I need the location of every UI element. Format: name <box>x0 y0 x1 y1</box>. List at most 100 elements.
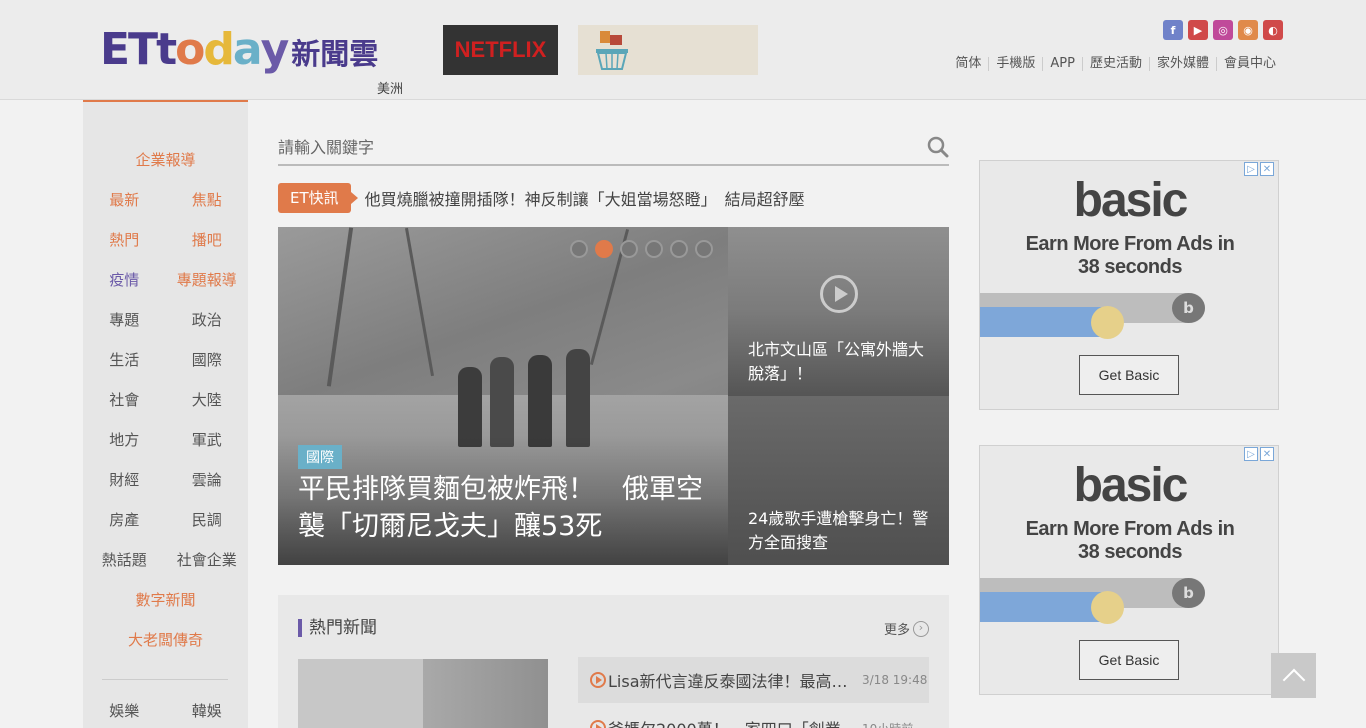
sidebar-item-special-report[interactable]: 專題報導 <box>166 269 249 290</box>
hot-news-item[interactable]: 爸媽欠2000萬！ 家四口「創業書… 10小時前 <box>578 705 929 728</box>
display-ad[interactable]: ▷ ✕ basic Earn More From Ads in 38 secon… <box>979 445 1279 695</box>
social-links: f ▶ ◎ ◉ ◐ <box>1163 20 1283 40</box>
carousel-dot[interactable] <box>695 240 713 258</box>
logo-letter-o: o <box>175 24 205 75</box>
logo-letter-y: y <box>260 24 290 75</box>
side-story-card[interactable]: 北市文山區「公寓外牆大脫落」！ <box>728 227 949 396</box>
back-to-top-button[interactable] <box>1271 653 1316 698</box>
sidebar-item-trending[interactable]: 熱話題 <box>83 549 166 570</box>
basic-logo-icon: b <box>1172 293 1205 323</box>
hot-news-item-time: 10小時前 <box>862 720 913 728</box>
search-input[interactable] <box>278 133 898 161</box>
rss-icon[interactable]: ◉ <box>1238 20 1258 40</box>
sidebar-item-local[interactable]: 地方 <box>83 429 166 450</box>
hot-news-item[interactable]: Lisa新代言違反泰國法律！最高「… 3/18 19:48 <box>578 657 929 703</box>
ad-brand: basic <box>1073 459 1189 512</box>
flash-news-headline[interactable]: 他買燒臘被撞開插隊！神反制讓「大姐當場怒瞪」 結局超舒壓 <box>365 186 805 210</box>
sidebar-item-finance[interactable]: 財經 <box>83 469 166 490</box>
sidebar-item-opinion[interactable]: 雲論 <box>166 469 249 490</box>
logo-letter-d: d <box>203 24 234 75</box>
logo-letter-a: a <box>232 24 263 75</box>
sidebar-item-life[interactable]: 生活 <box>83 349 166 370</box>
ad-headline: Earn More From Ads in 38 seconds <box>980 518 1278 564</box>
hero-title[interactable]: 平民排隊買麵包被炸飛！ 俄軍空襲「切爾尼戈夫」釀53死 <box>298 471 718 545</box>
instagram-icon[interactable]: ◎ <box>1213 20 1233 40</box>
more-label: 更多 <box>883 623 910 638</box>
sidebar-divider <box>102 679 228 680</box>
carousel-dot[interactable] <box>645 240 663 258</box>
logo-letter-t: t <box>156 24 177 75</box>
sidebar-item-data-news[interactable]: 數字新聞 <box>83 589 248 610</box>
carousel-dot[interactable] <box>670 240 688 258</box>
sidebar-item-social-enterprise[interactable]: 社會企業 <box>166 549 249 570</box>
ettoday-logo[interactable]: ET t o d a y 新聞雲 <box>100 22 378 78</box>
ad-headline-line: Earn More From Ads in <box>1025 518 1235 540</box>
shopping-banner-ad[interactable] <box>578 25 758 75</box>
link-member-center[interactable]: 會員中心 <box>1215 57 1283 71</box>
sidebar-item-society[interactable]: 社會 <box>83 389 166 410</box>
sidebar-item-video[interactable]: 播吧 <box>166 229 249 250</box>
hero-image-person <box>490 357 514 447</box>
sidebar-item-corporate[interactable]: 企業報導 <box>83 149 248 170</box>
sidebar-row: 最新 焦點 <box>83 189 248 210</box>
ad-headline: Earn More From Ads in 38 seconds <box>980 233 1278 279</box>
carousel-dot[interactable] <box>620 240 638 258</box>
facebook-icon[interactable]: f <box>1163 20 1183 40</box>
logo-et: ET <box>100 24 158 75</box>
ad-headline-line: 38 seconds <box>1078 256 1182 278</box>
ad-cta-button[interactable]: Get Basic <box>1079 640 1179 680</box>
hot-news-item-title: 爸媽欠2000萬！ 家四口「創業書… <box>608 716 858 728</box>
sidebar-item-entertainment[interactable]: 娛樂 <box>83 700 166 721</box>
hero-image-detail <box>326 227 354 387</box>
play-icon[interactable] <box>820 275 858 313</box>
sidebar-item-focus[interactable]: 焦點 <box>166 189 249 210</box>
sidebar-row: 財經 雲論 <box>83 469 248 490</box>
carousel-dot[interactable] <box>570 240 588 258</box>
sidebar-item-politics[interactable]: 政治 <box>166 309 249 330</box>
sidebar-item-topics[interactable]: 專題 <box>83 309 166 330</box>
hero-category-badge[interactable]: 國際 <box>298 445 342 469</box>
display-ad[interactable]: ▷ ✕ basic Earn More From Ads in 38 secon… <box>979 160 1279 410</box>
sidebar-item-boss-legend[interactable]: 大老闆傳奇 <box>83 629 248 650</box>
link-history-events[interactable]: 歷史活動 <box>1081 57 1149 71</box>
sidebar-nav: 企業報導 最新 焦點 熱門 播吧 疫情 專題報導 專題 政治 生活 國際 社會 … <box>83 100 248 728</box>
hot-news-more-link[interactable]: 更多 › <box>884 619 929 638</box>
hot-news-section: 熱門新聞 更多 › Lisa新代言違反泰國法律！最高「… 3/18 19:48 … <box>278 595 949 728</box>
side-story-card[interactable]: 24歲歌手遭槍擊身亡！警方全面搜查 <box>728 396 949 565</box>
ad-cta-button[interactable]: Get Basic <box>1079 355 1179 395</box>
link-simplified[interactable]: 简体 <box>948 57 988 71</box>
youtube-icon[interactable]: ▶ <box>1188 20 1208 40</box>
top-links: 简体 手機版 APP 歷史活動 家外媒體 會員中心 <box>948 57 1283 71</box>
sidebar-item-polls[interactable]: 民調 <box>166 509 249 530</box>
sidebar-item-pandemic[interactable]: 疫情 <box>83 269 166 290</box>
link-mobile[interactable]: 手機版 <box>988 57 1042 71</box>
hero-image-person <box>566 349 590 447</box>
region-label[interactable]: 美洲 <box>377 78 403 97</box>
sidebar-item-realestate[interactable]: 房產 <box>83 509 166 530</box>
netflix-banner-ad[interactable]: NETFLIX <box>443 25 558 75</box>
weibo-icon[interactable]: ◐ <box>1263 20 1283 40</box>
ad-headline-line: 38 seconds <box>1078 541 1182 563</box>
side-story-title[interactable]: 24歲歌手遭槍擊身亡！警方全面搜查 <box>748 507 938 555</box>
flash-news-bar: ET快訊 他買燒臘被撞開插隊！神反制讓「大姐當場怒瞪」 結局超舒壓 <box>278 183 805 213</box>
ad-progress-fill <box>980 592 1108 622</box>
hero-image-person <box>528 355 552 447</box>
link-app[interactable]: APP <box>1042 57 1082 71</box>
sidebar-item-military[interactable]: 軍武 <box>166 429 249 450</box>
sidebar-item-international[interactable]: 國際 <box>166 349 249 370</box>
side-story-title[interactable]: 北市文山區「公寓外牆大脫落」！ <box>748 338 938 386</box>
carousel-dot-active[interactable] <box>595 240 613 258</box>
sidebar-item-korean-ent[interactable]: 韓娛 <box>166 700 249 721</box>
sidebar-row: 疫情 專題報導 <box>83 269 248 290</box>
sidebar-item-hot[interactable]: 熱門 <box>83 229 166 250</box>
hero-story[interactable]: 國際 平民排隊買麵包被炸飛！ 俄軍空襲「切爾尼戈夫」釀53死 <box>278 227 728 565</box>
search-icon[interactable] <box>927 136 949 158</box>
flash-news-tag: ET快訊 <box>278 183 358 213</box>
play-icon <box>590 720 606 728</box>
carousel-dots <box>570 240 713 258</box>
hot-news-thumbnail[interactable] <box>298 659 548 728</box>
link-outdoor-media[interactable]: 家外媒體 <box>1148 57 1216 71</box>
sidebar-item-mainland[interactable]: 大陸 <box>166 389 249 410</box>
sidebar-row: 地方 軍武 <box>83 429 248 450</box>
sidebar-item-latest[interactable]: 最新 <box>83 189 166 210</box>
